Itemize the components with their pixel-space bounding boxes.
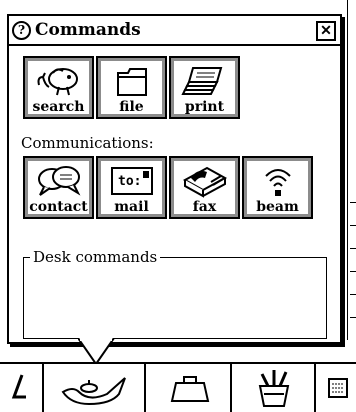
tool-cup-icon[interactable] — [236, 366, 312, 410]
contact-button[interactable]: contact — [23, 156, 94, 219]
tray-separator — [144, 364, 146, 412]
envelope-to-icon: to: — [110, 164, 154, 198]
desk-commands-group: Desk commands — [23, 248, 327, 339]
genie-lamp-icon[interactable] — [46, 366, 142, 410]
underline-glyph-icon[interactable] — [0, 366, 40, 410]
paper-stack-icon — [180, 64, 229, 98]
file-label: file — [119, 99, 144, 115]
search-label: search — [32, 99, 85, 115]
speech-bubbles-icon — [36, 164, 82, 198]
contact-label: contact — [29, 199, 88, 215]
dog-search-icon — [35, 64, 83, 98]
briefcase-icon[interactable] — [150, 366, 230, 410]
background-lines — [350, 180, 356, 340]
tray-separator — [42, 364, 44, 412]
keyboard-icon[interactable] — [320, 366, 356, 410]
folder-icon — [112, 64, 152, 98]
file-button[interactable]: file — [96, 56, 167, 119]
title-bar: ? Commands ✕ — [9, 16, 340, 46]
communications-label: Communications: — [21, 134, 154, 152]
close-x-icon: ✕ — [320, 23, 332, 39]
question-circle-icon[interactable]: ? — [12, 20, 31, 40]
search-button[interactable]: search — [23, 56, 94, 119]
mail-button[interactable]: to: mail — [96, 156, 167, 219]
print-label: print — [184, 99, 225, 115]
tray-separator — [230, 364, 232, 412]
commands-popup: ? Commands ✕ search file print Communica… — [7, 14, 342, 344]
communications-row: contact to: mail fax beam — [23, 156, 313, 219]
mail-label: mail — [114, 199, 149, 215]
fax-machine-icon — [181, 164, 229, 198]
desk-commands-label: Desk commands — [30, 248, 161, 266]
fax-button[interactable]: fax — [169, 156, 240, 219]
tray-separator — [314, 364, 316, 412]
window-title: Commands — [35, 20, 141, 40]
bottom-tray — [0, 362, 356, 412]
fax-label: fax — [192, 199, 217, 215]
close-button[interactable]: ✕ — [316, 21, 336, 41]
envelope-text: to: — [118, 174, 141, 189]
beam-button[interactable]: beam — [242, 156, 313, 219]
top-command-row: search file print — [23, 56, 240, 119]
print-button[interactable]: print — [169, 56, 240, 119]
infrared-beam-icon — [258, 164, 298, 198]
beam-label: beam — [256, 199, 299, 215]
